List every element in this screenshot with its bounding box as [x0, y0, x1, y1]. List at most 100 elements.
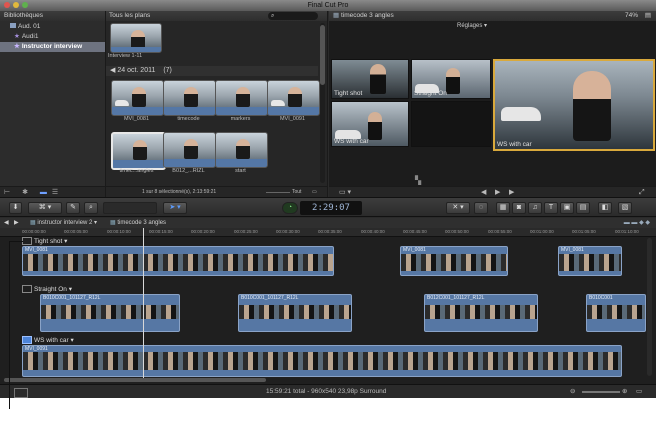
- ruler-tick-label: 00:00:05:00: [64, 229, 88, 234]
- search-field[interactable]: ⌕: [268, 12, 318, 20]
- clip-thumbnail[interactable]: [215, 132, 268, 168]
- transition-icon: ◧: [601, 204, 609, 211]
- timeline-clip[interactable]: MVI_0091: [22, 345, 622, 377]
- clip-label: B012_...RIZL: [172, 168, 205, 174]
- timeline-status: 15:59:21 total - 960x540 23,98p Surround: [266, 388, 387, 395]
- timeline-area: 00:00:00:00 00:00:05:00 00:00:10:00 00:00:1…: [0, 228, 656, 384]
- filmstrip-view-icon[interactable]: ▬: [40, 189, 47, 196]
- zoom-in-icon[interactable]: ⊕: [622, 385, 627, 398]
- gear-icon[interactable]: ✱: [22, 189, 28, 196]
- subject-shape: [573, 71, 611, 141]
- angle-tile-empty[interactable]: [411, 101, 491, 147]
- clip-thumbnail[interactable]: [163, 132, 216, 168]
- event-star-icon: ★: [14, 33, 20, 40]
- timeline-forward-button[interactable]: ▶: [14, 218, 19, 228]
- date-group-header[interactable]: ◀ 24 oct. 2011 (7): [106, 66, 318, 76]
- music-note-icon: ♫: [532, 204, 538, 211]
- clip-thumbnail[interactable]: [267, 80, 320, 116]
- status-bar: 15:59:21 total - 960x540 23,98p Surround…: [0, 384, 656, 398]
- inspector-button[interactable]: ▦: [496, 202, 510, 214]
- viewer-options-icon[interactable]: ▤: [645, 11, 651, 21]
- clip-size-slider[interactable]: [266, 192, 290, 193]
- edit-buttons-group[interactable]: [103, 202, 157, 214]
- clip-filter-menu[interactable]: Tous les plans: [109, 12, 150, 19]
- minimize-window-button[interactable]: [13, 2, 19, 8]
- angle-bank-icon[interactable]: ▚: [415, 176, 421, 185]
- theme-icon: ▤: [579, 204, 587, 211]
- camera-icon: ◙: [516, 204, 522, 211]
- scrollbar-thumb[interactable]: [320, 25, 325, 85]
- background-task-button[interactable]: ◌: [474, 202, 488, 214]
- music-browser-button[interactable]: ♫: [528, 202, 542, 214]
- event-star-icon: ★: [14, 43, 20, 50]
- library-item-aud01[interactable]: Aud. 01: [0, 22, 105, 31]
- keywords-button[interactable]: ⌘ ▾: [28, 202, 62, 214]
- timeline-clip[interactable]: B010C001_101127_R12L: [40, 294, 180, 332]
- titles-browser-button[interactable]: T: [544, 202, 558, 214]
- angle-header[interactable]: Straight On ▾: [22, 285, 102, 294]
- timeline-controls[interactable]: ▬ ▬ ◆ ◆: [624, 218, 650, 228]
- timeline-clip[interactable]: MVI_0081: [400, 246, 508, 276]
- clip-thumbnail[interactable]: [110, 23, 162, 53]
- enhance-button[interactable]: ✎: [66, 202, 80, 214]
- generators-browser-button[interactable]: ▣: [560, 202, 574, 214]
- angle-tile[interactable]: WS with car: [331, 101, 409, 147]
- list-view-icon[interactable]: ☰: [52, 189, 58, 196]
- callout-line-horizontal: [9, 241, 23, 242]
- ruler-tick-label: 00:01:10:00: [615, 229, 639, 234]
- transitions-browser-button[interactable]: ◧: [598, 202, 612, 214]
- timeline-clip[interactable]: MVI_0081: [22, 246, 334, 276]
- library-item-audi1[interactable]: ★ Audi1: [0, 32, 105, 41]
- gauge-icon: ◔: [287, 204, 293, 211]
- library-item-instructor-interview[interactable]: ★ Instructor interview: [0, 42, 105, 52]
- timeline-clip[interactable]: MVI_0081: [558, 246, 622, 276]
- effects-browser-button[interactable]: ▧: [618, 202, 632, 214]
- timeline-ruler[interactable]: 00:00:00:00 00:00:05:00 00:00:10:00 00:00:1…: [0, 228, 656, 237]
- close-window-button[interactable]: [4, 2, 10, 8]
- import-arrow-icon: ⬇: [12, 204, 19, 211]
- zoom-window-button[interactable]: [22, 2, 28, 8]
- clip-label: start: [235, 168, 246, 174]
- angle-tile[interactable]: Straight On: [411, 59, 491, 99]
- clip-label: markers: [230, 116, 251, 122]
- timeline-header: ◀ ▶ ▦ instructor interview 2 ▾ ▦ timecod…: [0, 218, 656, 228]
- zoom-out-icon[interactable]: ⊖: [570, 385, 575, 398]
- themes-browser-button[interactable]: ▤: [576, 202, 590, 214]
- select-tool-button[interactable]: ➤ ▾: [163, 202, 187, 214]
- angle-tile[interactable]: Tight shot: [331, 59, 409, 99]
- breadcrumb-clip[interactable]: ▦ timecode 3 angles: [110, 218, 166, 228]
- main-viewer[interactable]: WS with car: [493, 59, 655, 151]
- timeline-index-button[interactable]: [14, 388, 28, 398]
- library-icon: [10, 23, 16, 28]
- dashboard-meter[interactable]: ◔: [282, 202, 298, 214]
- timeline-back-button[interactable]: ◀: [4, 218, 9, 228]
- photo-browser-button[interactable]: ◙: [512, 202, 526, 214]
- clip-thumbnail[interactable]: [163, 80, 216, 116]
- clip-thumbnail[interactable]: [215, 80, 268, 116]
- timeline-clip[interactable]: B010C001: [586, 294, 646, 332]
- timeline-clip[interactable]: B010C001_101127_R12L: [238, 294, 352, 332]
- zoom-menu[interactable]: 74%: [625, 11, 638, 21]
- browser-footer: 1 sur 8 sélectionné(s), 2:13:59:21 Tout …: [106, 186, 327, 197]
- clip-thumbnail[interactable]: [111, 80, 164, 116]
- browser-scrollbar[interactable]: [320, 23, 325, 183]
- clip-label: Interview 1-11: [108, 53, 143, 59]
- playhead[interactable]: [143, 228, 144, 380]
- magnifier-icon: ⌕: [89, 204, 93, 211]
- import-icon[interactable]: ⊢: [4, 189, 10, 196]
- import-button[interactable]: ⬇: [9, 202, 22, 214]
- timeline-clip[interactable]: B012C001_101127_R12L: [424, 294, 538, 332]
- effects-tool-button[interactable]: ✕ ▾: [446, 202, 470, 214]
- clip-appearance-button[interactable]: ▭: [636, 385, 642, 398]
- breadcrumb-project[interactable]: ▦ instructor interview 2 ▾: [30, 218, 97, 228]
- timeline-vertical-scrollbar[interactable]: [647, 238, 652, 376]
- angle-header[interactable]: WS with car ▾: [22, 336, 102, 345]
- timecode-display[interactable]: 2:29:07: [300, 201, 362, 215]
- search-button[interactable]: ⌕: [84, 202, 98, 214]
- clip-thumbnail-selected[interactable]: [111, 132, 166, 170]
- angle-settings-menu[interactable]: Réglages ▾: [457, 22, 491, 31]
- angle-header[interactable]: Tight shot ▾: [22, 237, 102, 246]
- timeline-scrollbar[interactable]: [4, 378, 266, 382]
- arrow-cursor-icon: ➤ ▾: [169, 204, 181, 211]
- timeline-zoom-slider[interactable]: [582, 391, 620, 393]
